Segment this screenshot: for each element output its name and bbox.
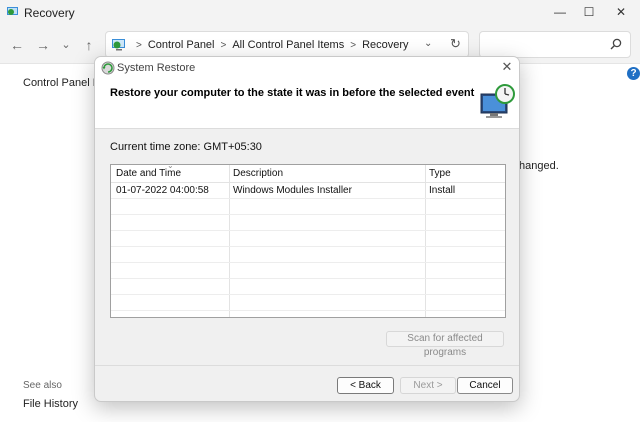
- dialog-header: Restore your computer to the state it wa…: [95, 79, 519, 129]
- empty-row: [111, 279, 505, 295]
- cell-date: 01-07-2022 04:00:58: [116, 185, 209, 196]
- dialog-close-icon[interactable]: ✕: [499, 59, 515, 75]
- back-arrow-icon[interactable]: ←: [9, 37, 25, 53]
- help-icon[interactable]: ?: [627, 67, 640, 80]
- system-restore-icon: [101, 61, 115, 75]
- empty-row: [111, 295, 505, 311]
- cancel-button[interactable]: Cancel: [457, 377, 513, 394]
- close-window-button[interactable]: ✕: [606, 3, 636, 21]
- control-panel-icon: [112, 39, 125, 51]
- minimize-button[interactable]: —: [545, 3, 575, 21]
- cell-type: Install: [429, 185, 456, 196]
- empty-row: [111, 199, 505, 215]
- cell-description: Windows Modules Installer: [233, 185, 352, 196]
- address-dropdown-icon[interactable]: ⌄: [424, 38, 432, 49]
- empty-row: [111, 263, 505, 279]
- dialog-titlebar: System Restore ✕: [95, 57, 519, 79]
- timezone-label: Current time zone: GMT+05:30: [110, 141, 262, 153]
- scan-affected-programs-button[interactable]: Scan for affected programs: [386, 331, 504, 358]
- empty-row: [111, 215, 505, 231]
- up-arrow-icon[interactable]: ↑: [81, 37, 97, 53]
- back-button[interactable]: < Back: [337, 377, 394, 394]
- table-row[interactable]: 01-07-2022 04:00:58 Windows Modules Inst…: [111, 183, 505, 199]
- restore-points-table[interactable]: Date and Time ⌄ Description Type 01-07-2…: [110, 164, 506, 318]
- search-input[interactable]: [479, 31, 631, 58]
- monitor-clock-icon: [480, 84, 515, 118]
- breadcrumb-separator: >: [220, 39, 227, 51]
- column-type[interactable]: Type: [429, 168, 451, 179]
- empty-row: [111, 231, 505, 247]
- window-title: Recovery: [24, 6, 75, 20]
- table-header: Date and Time ⌄ Description Type: [111, 165, 505, 183]
- see-also-label: See also: [23, 380, 62, 391]
- search-icon: [610, 38, 622, 50]
- recovery-icon: [7, 7, 18, 15]
- background-titlebar: Recovery — ☐ ✕: [0, 0, 640, 26]
- dialog-title: System Restore: [117, 62, 196, 74]
- system-restore-dialog: System Restore ✕ Restore your computer t…: [94, 56, 520, 402]
- breadcrumb-control-panel[interactable]: Control Panel: [148, 39, 215, 51]
- breadcrumb-separator: >: [350, 39, 357, 51]
- maximize-button[interactable]: ☐: [574, 3, 604, 21]
- breadcrumb-separator: >: [136, 39, 142, 51]
- file-history-link[interactable]: File History: [23, 398, 78, 410]
- breadcrumb-all-items[interactable]: All Control Panel Items: [232, 39, 344, 51]
- body-text-fragment: hanged.: [519, 160, 559, 172]
- refresh-icon[interactable]: ↻: [450, 36, 461, 52]
- address-bar[interactable]: > Control Panel > All Control Panel Item…: [105, 31, 469, 58]
- breadcrumb: > Control Panel > All Control Panel Item…: [130, 39, 409, 51]
- breadcrumb-recovery[interactable]: Recovery: [362, 39, 408, 51]
- empty-row: [111, 247, 505, 263]
- column-description[interactable]: Description: [233, 168, 283, 179]
- next-button[interactable]: Next >: [400, 377, 456, 394]
- footer-divider: [95, 365, 519, 366]
- dialog-heading: Restore your computer to the state it wa…: [110, 87, 475, 99]
- recent-locations-icon[interactable]: ⌄: [58, 37, 74, 53]
- sort-caret-icon: ⌄: [167, 164, 174, 170]
- forward-arrow-icon[interactable]: →: [35, 37, 51, 53]
